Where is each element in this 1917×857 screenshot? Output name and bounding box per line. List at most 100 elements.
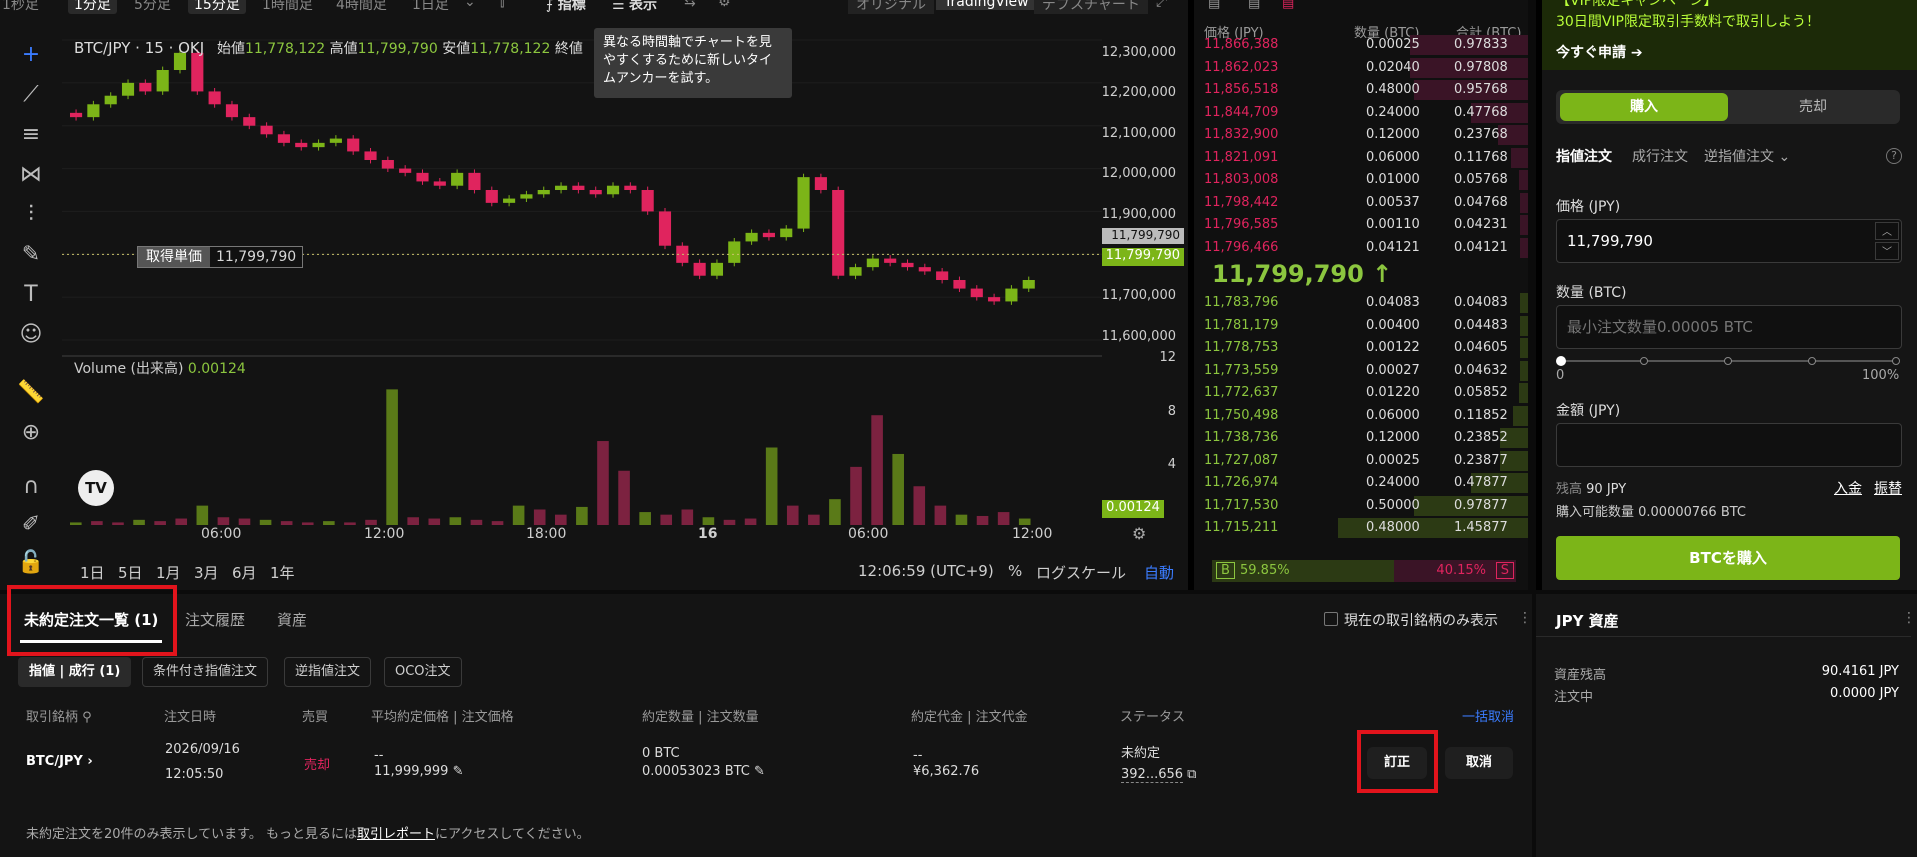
- crosshair-icon[interactable]: +: [16, 40, 46, 70]
- qty-input[interactable]: [1556, 305, 1902, 349]
- ask-row[interactable]: 11,796,585 0.00110 0.04231: [1194, 214, 1528, 236]
- tf-5m[interactable]: 5分足: [134, 0, 171, 14]
- settings-icon[interactable]: ⚙: [1132, 524, 1146, 543]
- magnet-icon[interactable]: ∩: [16, 472, 46, 502]
- tab-market-order[interactable]: 成行注文: [1632, 146, 1688, 166]
- tf-4h[interactable]: 4時間足: [336, 0, 387, 14]
- promo-banner[interactable]: 【VIP限定キャンペーン】 30日間VIP限定取引手数料で取引しよう！ 今すぐ申…: [1542, 0, 1917, 70]
- bid-row[interactable]: 11,783,796 0.04083 0.04083: [1194, 292, 1528, 314]
- bid-row[interactable]: 11,726,974 0.24000 0.47877: [1194, 472, 1528, 494]
- range-1y[interactable]: 1年: [270, 562, 295, 583]
- lock-icon[interactable]: 🔓: [16, 548, 46, 578]
- tradingview-logo[interactable]: TV: [78, 470, 114, 506]
- bid-row[interactable]: 11,781,179 0.00400 0.04483: [1194, 315, 1528, 337]
- view-depth[interactable]: デプスチャート: [1034, 0, 1148, 14]
- transfer-link[interactable]: 振替: [1874, 478, 1902, 498]
- bid-row[interactable]: 11,750,498 0.06000 0.11852: [1194, 405, 1528, 427]
- text-icon[interactable]: T: [16, 280, 46, 310]
- clock[interactable]: 12:06:59 (UTC+9): [858, 562, 994, 580]
- sell-tab[interactable]: 売却: [1730, 93, 1896, 121]
- pattern-icon[interactable]: ⋈: [16, 160, 46, 190]
- trendline-icon[interactable]: ⟋: [16, 80, 46, 110]
- qty-slider[interactable]: [1556, 356, 1902, 366]
- pin-icon[interactable]: ⚲: [82, 710, 92, 725]
- ask-row[interactable]: 11,856,518 0.48000 0.95768: [1194, 79, 1528, 101]
- auto-scale-toggle[interactable]: 自動: [1144, 562, 1174, 583]
- promo-link[interactable]: 今すぐ申請 ➔: [1556, 42, 1643, 62]
- anchor-icon[interactable]: ⇆: [684, 0, 696, 10]
- copy-icon[interactable]: ⧉: [1187, 767, 1196, 782]
- indicators-button[interactable]: ⨍ 指標: [546, 0, 586, 14]
- view-original[interactable]: オリジナル: [848, 0, 934, 14]
- tf-1h[interactable]: 1時間足: [262, 0, 313, 14]
- layout-icon[interactable]: ▤: [1248, 0, 1260, 11]
- only-current-checkbox[interactable]: [1324, 612, 1338, 626]
- range-1m[interactable]: 1月: [156, 562, 181, 583]
- report-link[interactable]: 取引レポート: [357, 827, 435, 842]
- zoom-icon[interactable]: ⊕: [16, 418, 46, 448]
- pencil-lock-icon[interactable]: ✐: [16, 510, 46, 540]
- range-3m[interactable]: 3月: [194, 562, 219, 583]
- prediction-icon[interactable]: ⫶: [16, 200, 46, 230]
- buy-submit-button[interactable]: BTCを購入: [1556, 536, 1900, 580]
- bid-row[interactable]: 11,715,211 0.48000 1.45877: [1194, 517, 1528, 539]
- price-input[interactable]: 11,799,790 ︿ ﹀: [1556, 219, 1902, 263]
- ask-row[interactable]: 11,866,388 0.00025 0.97833: [1194, 34, 1528, 56]
- order-pair[interactable]: BTC/JPY ›: [26, 754, 93, 769]
- ruler-icon[interactable]: 📏: [16, 378, 46, 408]
- tab-order-history[interactable]: 注文履歴: [185, 609, 245, 630]
- horizontal-lines-icon[interactable]: ≡: [16, 120, 46, 150]
- ask-row[interactable]: 11,844,709 0.24000 0.47768: [1194, 102, 1528, 124]
- tf-15m[interactable]: 15分足: [188, 0, 246, 14]
- tab-stop-order[interactable]: 逆指値注文 ⌄: [1704, 146, 1790, 166]
- bid-row[interactable]: 11,778,753 0.00122 0.04605: [1194, 337, 1528, 359]
- tf-1s[interactable]: 1秒足: [2, 0, 39, 14]
- percent-toggle[interactable]: %: [1008, 562, 1022, 580]
- ask-row[interactable]: 11,862,023 0.02040 0.97808: [1194, 57, 1528, 79]
- log-scale-toggle[interactable]: ログスケール: [1036, 562, 1126, 583]
- display-button[interactable]: ☰ 表示: [612, 0, 657, 14]
- tf-1d[interactable]: 1日足: [412, 0, 449, 14]
- fullscreen-icon[interactable]: ⤢: [1156, 0, 1167, 10]
- layout-icon[interactable]: ▤: [1208, 0, 1220, 11]
- layout-icon[interactable]: ▤: [1282, 0, 1294, 11]
- cancel-button[interactable]: 取消: [1445, 747, 1513, 779]
- range-5d[interactable]: 5日: [118, 562, 143, 583]
- range-1d[interactable]: 1日: [80, 562, 105, 583]
- range-6m[interactable]: 6月: [232, 562, 257, 583]
- bid-row[interactable]: 11,717,530 0.50000 0.97877: [1194, 495, 1528, 517]
- view-tradingview[interactable]: TradingView: [936, 0, 1037, 10]
- chip-conditional[interactable]: 条件付き指値注文: [142, 657, 269, 687]
- buy-tab[interactable]: 購入: [1560, 93, 1728, 121]
- tab-limit-order[interactable]: 指値注文: [1556, 146, 1612, 166]
- settings-icon[interactable]: ⚙: [718, 0, 731, 10]
- tf-1m[interactable]: 1分足: [68, 0, 117, 14]
- chevron-down-icon[interactable]: ⌄: [464, 0, 476, 10]
- brush-icon[interactable]: ✎: [16, 240, 46, 270]
- ask-row[interactable]: 11,796,466 0.04121 0.04121: [1194, 237, 1528, 259]
- ask-row[interactable]: 11,821,091 0.06000 0.11768: [1194, 147, 1528, 169]
- chip-limit-market[interactable]: 指値 | 成行 (1): [18, 657, 132, 687]
- ask-row[interactable]: 11,832,900 0.12000 0.23768: [1194, 124, 1528, 146]
- bid-row[interactable]: 11,738,736 0.12000 0.23852: [1194, 427, 1528, 449]
- edit-icon[interactable]: ✎: [453, 764, 464, 779]
- tab-assets[interactable]: 資産: [277, 609, 307, 630]
- ask-row[interactable]: 11,803,008 0.01000 0.05768: [1194, 169, 1528, 191]
- price-down-icon[interactable]: ﹀: [1875, 242, 1899, 260]
- bid-row[interactable]: 11,773,559 0.00027 0.04632: [1194, 360, 1528, 382]
- chip-oco[interactable]: OCO注文: [384, 657, 462, 687]
- cancel-all-link[interactable]: 一括取消: [1462, 706, 1514, 725]
- more-icon[interactable]: ⋮: [1902, 610, 1916, 626]
- help-icon[interactable]: ?: [1886, 148, 1902, 164]
- amount-input[interactable]: [1556, 423, 1902, 467]
- more-icon[interactable]: ⋮: [1518, 610, 1532, 626]
- price-up-icon[interactable]: ︿: [1875, 222, 1899, 240]
- chip-stop[interactable]: 逆指値注文: [284, 657, 372, 687]
- chart-plot[interactable]: BTC/JPY · 15 · OKJ 始値11,778,122 高値11,799…: [62, 30, 1102, 535]
- candle-type-icon[interactable]: ⫿: [500, 0, 504, 10]
- bid-row[interactable]: 11,772,637 0.01220 0.05852: [1194, 382, 1528, 404]
- ask-row[interactable]: 11,798,442 0.00537 0.04768: [1194, 192, 1528, 214]
- edit-icon[interactable]: ✎: [754, 764, 765, 779]
- emoji-icon[interactable]: ☺: [16, 320, 46, 350]
- candlestick-chart[interactable]: [62, 30, 1102, 535]
